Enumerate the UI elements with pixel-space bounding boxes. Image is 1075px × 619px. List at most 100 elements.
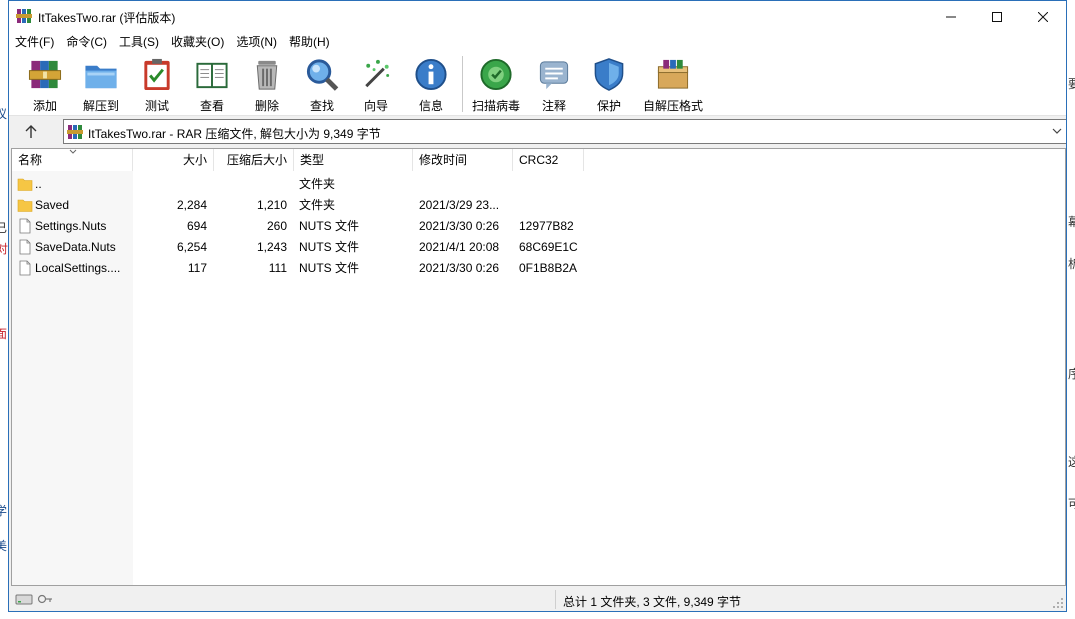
file-name: SaveData.Nuts <box>35 240 116 254</box>
table-row[interactable]: SaveData.Nuts 6,254 1,243 NUTS 文件 2021/4… <box>12 237 1065 258</box>
menu-help[interactable]: 帮助(H) <box>283 32 336 52</box>
column-header-row: 名称 大小 压缩后大小 类型 修改时间 CRC32 <box>12 149 1065 171</box>
background-glyph: 议 <box>0 107 8 121</box>
close-button[interactable] <box>1020 1 1066 32</box>
status-separator <box>555 590 556 609</box>
background-page-left: 议 已 对 面 学 美 <box>0 0 8 619</box>
chevron-down-icon[interactable] <box>1052 126 1062 136</box>
menu-commands[interactable]: 命令(C) <box>60 32 113 52</box>
menu-favorites[interactable]: 收藏夹(O) <box>165 32 230 52</box>
test-button[interactable]: 测试 <box>131 56 183 114</box>
toolbar: 添加 解压到 测试 查看 删除 查找 向导 信息 扫描病毒 注释 保护 自解压格… <box>9 52 1066 116</box>
column-header-type[interactable]: 类型 <box>294 149 413 171</box>
menu-file[interactable]: 文件(F) <box>9 32 60 52</box>
column-header-name[interactable]: 名称 <box>12 149 133 171</box>
file-modified: 2021/3/30 0:26 <box>419 261 500 275</box>
file-crc32: 12977B82 <box>519 219 574 233</box>
delete-button[interactable]: 删除 <box>241 56 293 114</box>
file-name: Settings.Nuts <box>35 219 107 233</box>
file-icon <box>19 260 31 276</box>
file-type: NUTS 文件 <box>299 219 360 233</box>
find-button[interactable]: 查找 <box>296 56 348 114</box>
toolbar-separator <box>462 56 463 112</box>
address-bar[interactable]: ItTakesTwo.rar - RAR 压缩文件, 解包大小为 9,349 字… <box>63 119 1066 144</box>
background-glyph: 已 <box>0 221 8 235</box>
folder-icon <box>17 178 33 191</box>
comment-icon <box>539 61 569 90</box>
file-list[interactable]: 名称 大小 压缩后大小 类型 修改时间 CRC32 .. 文件夹 Saved 2… <box>11 148 1066 586</box>
file-modified: 2021/3/30 0:26 <box>419 219 500 233</box>
menu-tools[interactable]: 工具(S) <box>113 32 165 52</box>
add-button[interactable]: 添加 <box>19 56 71 114</box>
background-glyph: 这 <box>1068 455 1075 469</box>
column-header-modified-label: 修改时间 <box>419 153 468 167</box>
file-size: 2,284 <box>176 198 207 212</box>
comment-button[interactable]: 注释 <box>528 56 580 114</box>
column-header-modified[interactable]: 修改时间 <box>413 149 513 171</box>
background-glyph: 析 <box>1068 257 1075 271</box>
file-crc32: 0F1B8B2A <box>519 261 578 275</box>
background-glyph: 面 <box>0 327 8 341</box>
table-row[interactable]: Settings.Nuts 694 260 NUTS 文件 2021/3/30 … <box>12 216 1065 237</box>
test-label: 测试 <box>144 99 169 113</box>
minimize-icon <box>946 16 956 17</box>
drive-key-icon[interactable] <box>15 592 53 606</box>
file-packed-size: 1,210 <box>256 198 287 212</box>
minimize-button[interactable] <box>928 1 974 32</box>
column-header-packed-label: 压缩后大小 <box>226 153 287 167</box>
table-row[interactable]: .. 文件夹 <box>12 174 1065 195</box>
virus-scan-icon <box>480 58 512 91</box>
column-header-name-label: 名称 <box>18 153 43 167</box>
protect-button[interactable]: 保护 <box>583 56 635 114</box>
trash-can-icon <box>256 60 278 90</box>
file-icon <box>19 239 31 255</box>
extract-to-folder-icon <box>85 65 117 89</box>
up-folder-button[interactable] <box>21 122 41 142</box>
table-row[interactable]: LocalSettings.... 117 111 NUTS 文件 2021/3… <box>12 258 1065 279</box>
info-button[interactable]: 信息 <box>405 56 457 114</box>
column-header-size-label: 大小 <box>182 153 207 167</box>
file-type: NUTS 文件 <box>299 240 360 254</box>
background-page-right: 要 幕 析 序 这 可 <box>1067 0 1075 619</box>
file-type: 文件夹 <box>299 198 336 212</box>
file-name: Saved <box>35 198 70 212</box>
menu-options[interactable]: 选项(N) <box>230 32 283 52</box>
background-glyph: 可 <box>1068 497 1075 511</box>
column-header-packed[interactable]: 压缩后大小 <box>214 149 294 171</box>
protect-label: 保护 <box>596 99 621 113</box>
test-clipboard-icon <box>144 58 170 91</box>
file-packed-size: 260 <box>266 219 287 233</box>
sort-descending-icon <box>69 149 77 154</box>
menu-bar: 文件(F) 命令(C) 工具(S) 收藏夹(O) 选项(N) 帮助(H) <box>9 32 1066 52</box>
winrar-window: ItTakesTwo.rar (评估版本) 文件(F) 命令(C) 工具(S) … <box>8 0 1067 612</box>
resize-grip-icon[interactable] <box>1052 597 1064 609</box>
winrar-app-icon <box>16 9 32 23</box>
status-bar: 总计 1 文件夹, 3 文件, 9,349 字节 <box>9 588 1066 611</box>
wizard-label: 向导 <box>363 99 388 113</box>
magnifier-icon <box>306 59 339 91</box>
folder-icon <box>17 199 33 212</box>
wizard-button[interactable]: 向导 <box>350 56 402 114</box>
background-glyph: 学 <box>0 504 8 518</box>
wizard-wand-icon <box>365 59 390 88</box>
view-button[interactable]: 查看 <box>186 56 238 114</box>
file-size: 117 <box>187 261 207 275</box>
background-glyph: 对 <box>0 242 8 256</box>
column-header-size[interactable]: 大小 <box>133 149 214 171</box>
title-bar[interactable]: ItTakesTwo.rar (评估版本) <box>9 1 1066 32</box>
address-row: ItTakesTwo.rar - RAR 压缩文件, 解包大小为 9,349 字… <box>9 117 1066 147</box>
extract-to-button[interactable]: 解压到 <box>75 56 127 114</box>
column-header-crc32[interactable]: CRC32 <box>513 149 584 171</box>
up-arrow-icon <box>25 125 37 138</box>
close-icon <box>1038 11 1048 22</box>
delete-label: 删除 <box>254 99 279 113</box>
file-name: .. <box>35 177 42 191</box>
sfx-button[interactable]: 自解压格式 <box>643 56 703 114</box>
maximize-button[interactable] <box>974 1 1020 32</box>
virus-scan-button[interactable]: 扫描病毒 <box>470 56 522 114</box>
virus-scan-label: 扫描病毒 <box>471 99 520 113</box>
file-size: 6,254 <box>176 240 207 254</box>
background-glyph: 序 <box>1068 367 1075 381</box>
info-icon <box>415 58 447 91</box>
table-row[interactable]: Saved 2,284 1,210 文件夹 2021/3/29 23... <box>12 195 1065 216</box>
